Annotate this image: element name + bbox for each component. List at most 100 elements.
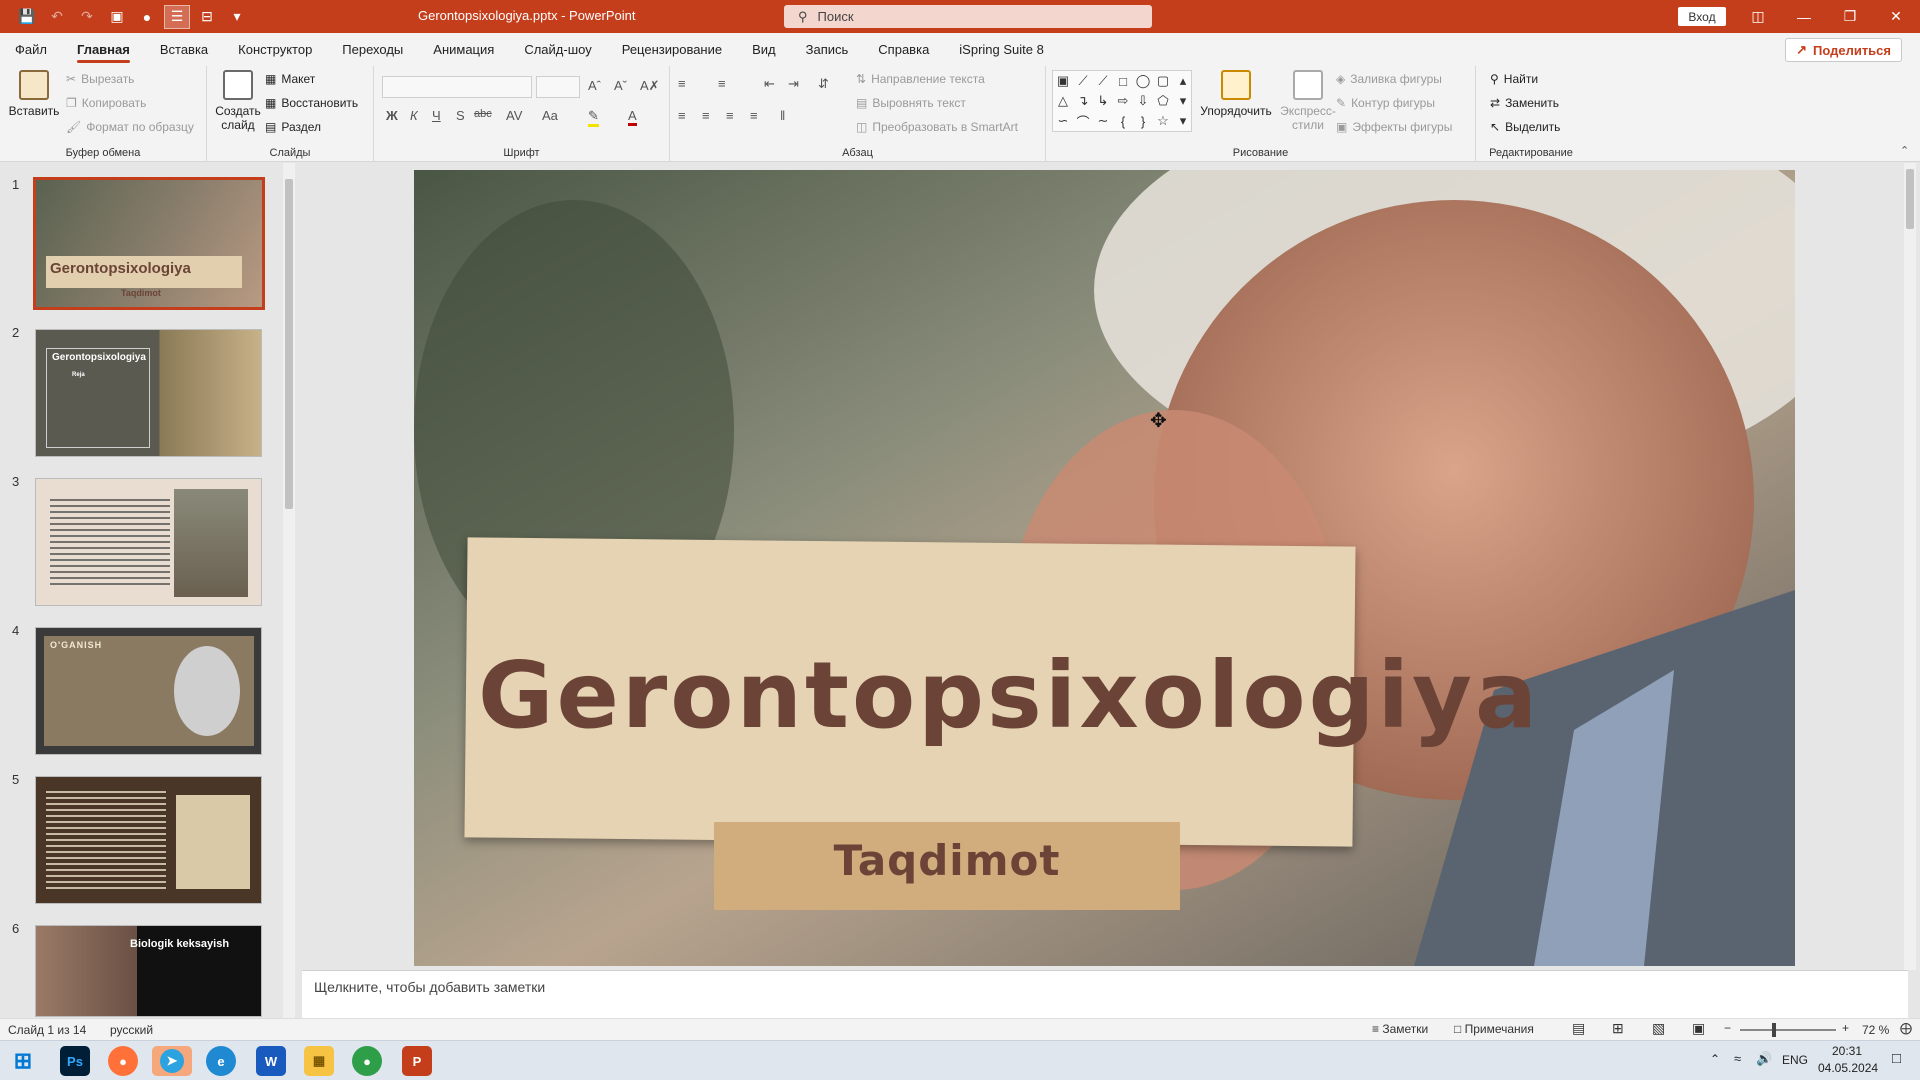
arrow-right-shape-icon[interactable]: ⇨ [1118, 93, 1129, 109]
shapes-gallery[interactable]: ▣ ⟋ ⟋ □ ◯ ▢ ▴ △ ↴ ↳ ⇨ ⇩ ⬠ ▾ ∽ ⌒ ∼ {} ☆ ▾ [1052, 70, 1192, 132]
share-button[interactable]: ↗ Поделиться [1785, 38, 1902, 62]
normal-view-icon[interactable]: ☰ [164, 4, 190, 29]
table-icon[interactable]: ⊟ [194, 5, 220, 29]
clock-time[interactable]: 20:31 [1832, 1044, 1862, 1058]
quick-styles-button[interactable]: Экспресс- стили [1278, 70, 1338, 132]
connector-shape-icon[interactable]: ↳ [1098, 93, 1109, 109]
tab-insert[interactable]: Вставка [145, 33, 223, 66]
photoshop-icon[interactable]: Ps [60, 1046, 90, 1076]
volume-icon[interactable]: 🔊 [1756, 1051, 1772, 1067]
star-shape-icon[interactable]: ☆ [1157, 113, 1169, 129]
notes-pane[interactable]: Щелкните, чтобы добавить заметки [302, 970, 1908, 1018]
line-shape-icon[interactable]: ⟋ [1078, 73, 1087, 89]
notification-icon[interactable]: □ [1892, 1050, 1901, 1067]
font-family-select[interactable] [382, 76, 532, 98]
wifi-icon[interactable]: ≈ [1734, 1051, 1741, 1066]
font-color-icon[interactable]: A [628, 108, 637, 126]
save-icon[interactable]: 💾 [14, 5, 40, 29]
file-explorer-icon[interactable]: ▦ [304, 1046, 334, 1076]
editor-scrollbar[interactable] [1904, 163, 1916, 970]
slide-subtitle[interactable]: Taqdimot [714, 836, 1180, 885]
tab-file[interactable]: Файл [0, 33, 62, 66]
notes-toggle[interactable]: ≡ Заметки [1372, 1022, 1428, 1036]
elbow-shape-icon[interactable]: ↴ [1078, 93, 1089, 109]
new-slide-button[interactable]: Создать слайд [215, 70, 261, 132]
select-button[interactable]: ↖ Выделить [1490, 120, 1560, 134]
telegram-icon[interactable]: ➤ [152, 1046, 192, 1076]
zoom-slider[interactable] [1740, 1023, 1836, 1037]
redo-icon[interactable]: ↷ [74, 5, 100, 29]
tab-record[interactable]: Запись [791, 33, 864, 66]
align-right-icon[interactable]: ≡ [726, 108, 734, 123]
comments-toggle[interactable]: □ Примечания [1454, 1022, 1534, 1036]
align-left-icon[interactable]: ≡ [678, 108, 686, 123]
slide-canvas[interactable]: Gerontopsixologiya Taqdimot ✥ [414, 170, 1795, 966]
tab-ispring[interactable]: iSpring Suite 8 [944, 33, 1059, 66]
justify-icon[interactable]: ≡ [750, 108, 758, 123]
section-button[interactable]: ▤ Раздел [265, 120, 321, 134]
decrease-indent-icon[interactable]: ⇤ [764, 76, 775, 92]
strikethrough-button[interactable]: abc [474, 108, 492, 120]
char-spacing-icon[interactable]: AV [506, 108, 522, 123]
textbox-shape-icon[interactable]: ▣ [1057, 73, 1069, 89]
firefox-icon[interactable]: ● [108, 1046, 138, 1076]
brace-right-shape-icon[interactable]: } [1141, 114, 1145, 129]
align-center-icon[interactable]: ≡ [702, 108, 710, 123]
tab-home[interactable]: Главная [62, 33, 145, 66]
restore-icon[interactable]: ❐ [1827, 0, 1873, 33]
bullets-icon[interactable]: ≡ [678, 76, 686, 91]
rounded-rect-shape-icon[interactable]: ▢ [1157, 73, 1169, 89]
triangle-shape-icon[interactable]: △ [1058, 93, 1068, 109]
thumbnail-slide-3[interactable] [35, 478, 262, 606]
present-from-start-icon[interactable]: ▣ [104, 5, 130, 29]
shadow-button[interactable]: S [456, 108, 465, 123]
clock-date[interactable]: 04.05.2024 [1818, 1061, 1878, 1075]
tab-design[interactable]: Конструктор [223, 33, 327, 66]
windows-start-icon[interactable]: ⊞ [8, 1046, 38, 1076]
record-icon[interactable]: ● [134, 5, 160, 29]
bold-button[interactable]: Ж [386, 108, 398, 123]
columns-icon[interactable]: ‖ [780, 108, 785, 123]
word-icon[interactable]: W [256, 1046, 286, 1076]
italic-button[interactable]: К [410, 108, 418, 123]
tab-review[interactable]: Рецензирование [607, 33, 737, 66]
thumbnail-scroll-thumb[interactable] [285, 179, 293, 509]
slide-title[interactable]: Gerontopsixologiya [478, 642, 1540, 749]
editor-scroll-thumb[interactable] [1906, 169, 1914, 229]
cut-button[interactable]: ✂ Вырезать [66, 72, 134, 86]
signin-button[interactable]: Вход [1678, 7, 1726, 26]
thumbnail-slide-4[interactable]: O'GANISH [35, 627, 262, 755]
line-spacing-icon[interactable]: ⇵ [818, 76, 829, 92]
line2-shape-icon[interactable]: ⟋ [1098, 73, 1107, 89]
zoom-level[interactable]: 72 % [1862, 1023, 1889, 1037]
reading-view-button[interactable]: ▧ [1652, 1020, 1665, 1037]
oval-shape-icon[interactable]: ◯ [1136, 73, 1151, 89]
highlight-icon[interactable]: ✎ [588, 108, 599, 127]
gallery-down-icon[interactable]: ▾ [1180, 93, 1187, 109]
zoom-out-icon[interactable]: − [1724, 1021, 1731, 1035]
numbering-icon[interactable]: ≡ [718, 76, 726, 91]
arrow-down-shape-icon[interactable]: ⇩ [1138, 93, 1149, 109]
thumbnail-slide-6[interactable]: Biologik keksayish [35, 925, 262, 1017]
layout-button[interactable]: ▦ Макет [265, 72, 315, 86]
powerpoint-icon[interactable]: P [402, 1046, 432, 1076]
brace-left-shape-icon[interactable]: { [1121, 114, 1125, 129]
tab-slideshow[interactable]: Слайд-шоу [509, 33, 606, 66]
shape-outline-button[interactable]: ✎ Контур фигуры [1336, 96, 1435, 110]
paste-button[interactable]: Вставить [8, 70, 60, 118]
clear-format-icon[interactable]: A✗ [640, 78, 660, 94]
shape-effects-button[interactable]: ▣ Эффекты фигуры [1336, 120, 1452, 134]
replace-button[interactable]: ⇄ Заменить [1490, 96, 1559, 110]
curve-shape-icon[interactable]: ∼ [1098, 113, 1109, 129]
ribbon-display-icon[interactable]: ◫ [1735, 0, 1781, 33]
freeform-shape-icon[interactable]: ∽ [1058, 113, 1069, 129]
edge-icon[interactable]: e [206, 1046, 236, 1076]
format-painter-button[interactable]: 🖌 Формат по образцу [66, 120, 194, 134]
thumbnail-slide-2[interactable]: Gerontopsixologiya Reja [35, 329, 262, 457]
collapse-ribbon-icon[interactable]: ⌃ [1900, 144, 1909, 157]
minimize-icon[interactable]: — [1781, 0, 1827, 33]
text-direction-button[interactable]: ⇅ Направление текста [856, 72, 985, 86]
underline-button[interactable]: Ч [432, 108, 441, 123]
zoom-in-icon[interactable]: + [1842, 1021, 1849, 1035]
copy-button[interactable]: ❐ Копировать [66, 96, 146, 110]
